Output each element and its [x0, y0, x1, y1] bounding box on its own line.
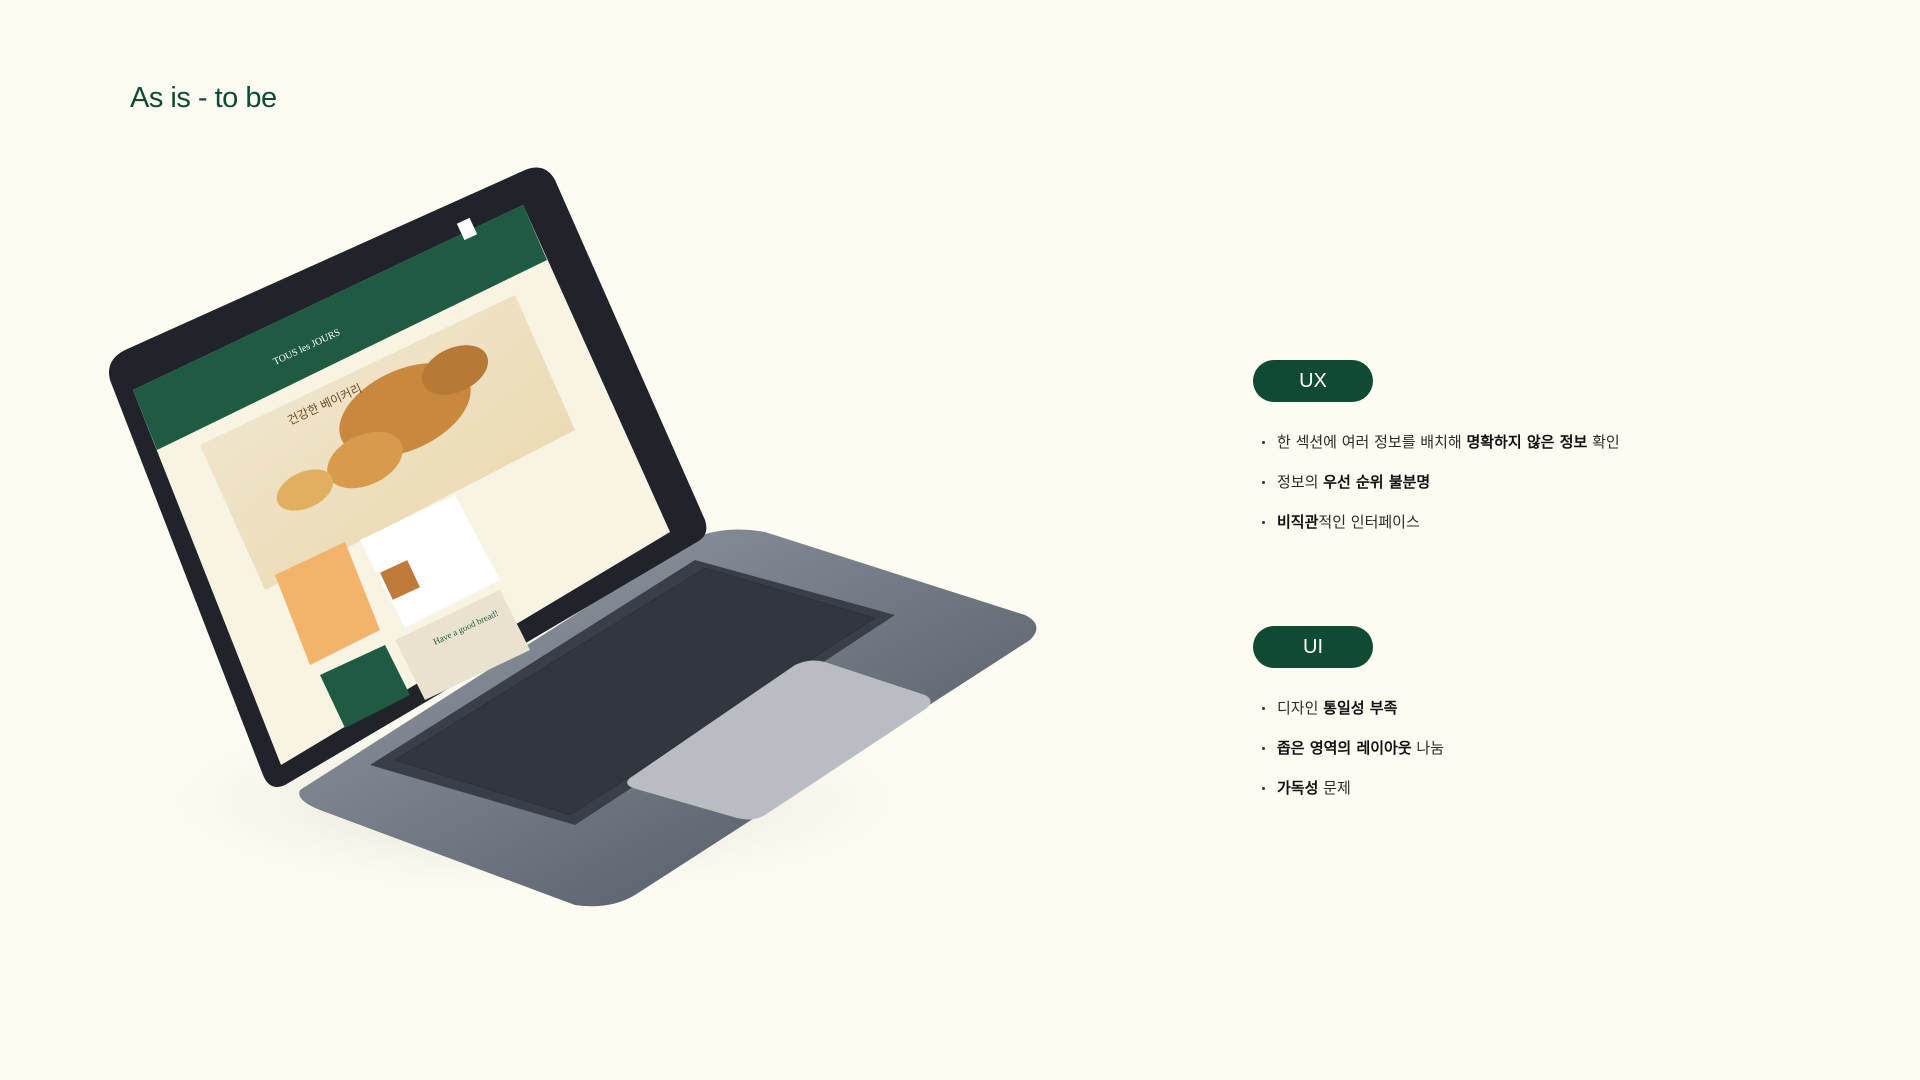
point-emphasis: 명확하지 않은 정보 — [1466, 433, 1588, 451]
point-text: 문제 — [1318, 779, 1351, 797]
point-text: 디자인 — [1277, 699, 1324, 717]
point-text: 한 섹션에 여러 정보를 배치해 — [1277, 433, 1467, 451]
point-text: 확인 — [1587, 433, 1620, 451]
bullet-icon — [1262, 787, 1265, 790]
bullet-icon — [1262, 481, 1265, 484]
ui-point: 가독성 문제 — [1253, 778, 1444, 818]
point-emphasis: 통일성 부족 — [1323, 699, 1398, 717]
bullet-icon — [1262, 521, 1265, 524]
ux-point: 정보의 우선 순위 불분명 — [1253, 472, 1620, 512]
page-title: As is - to be — [130, 82, 277, 114]
point-text: 나눔 — [1411, 739, 1445, 757]
bullet-icon — [1262, 441, 1265, 444]
ui-point: 디자인 통일성 부족 — [1253, 698, 1444, 738]
point-emphasis: 우선 순위 불분명 — [1323, 473, 1431, 491]
bullet-icon — [1262, 747, 1265, 750]
ui-section: UI 디자인 통일성 부족 좁은 영역의 레이아웃 나눔 가독성 문제 — [1253, 626, 1444, 818]
ui-point: 좁은 영역의 레이아웃 나눔 — [1253, 738, 1444, 778]
bullet-icon — [1262, 707, 1265, 710]
point-emphasis: 좁은 영역의 레이아웃 — [1277, 739, 1412, 757]
ux-point: 비직관적인 인터페이스 — [1253, 512, 1620, 552]
laptop-mockup: TOUS les JOURS 건강한 베이커리 Have a good brea… — [105, 167, 1037, 910]
point-text: 정보의 — [1277, 473, 1324, 491]
point-text: 적인 인터페이스 — [1318, 513, 1420, 531]
point-emphasis: 가독성 — [1277, 779, 1319, 797]
ux-point: 한 섹션에 여러 정보를 배치해 명확하지 않은 정보 확인 — [1253, 432, 1620, 472]
ux-badge: UX — [1253, 360, 1373, 402]
ux-points: 한 섹션에 여러 정보를 배치해 명확하지 않은 정보 확인 정보의 우선 순위… — [1253, 432, 1620, 552]
ui-points: 디자인 통일성 부족 좁은 영역의 레이아웃 나눔 가독성 문제 — [1253, 698, 1444, 818]
point-emphasis: 비직관 — [1277, 513, 1319, 531]
ux-section: UX 한 섹션에 여러 정보를 배치해 명확하지 않은 정보 확인 정보의 우선… — [1253, 360, 1620, 552]
ui-badge: UI — [1253, 626, 1373, 668]
